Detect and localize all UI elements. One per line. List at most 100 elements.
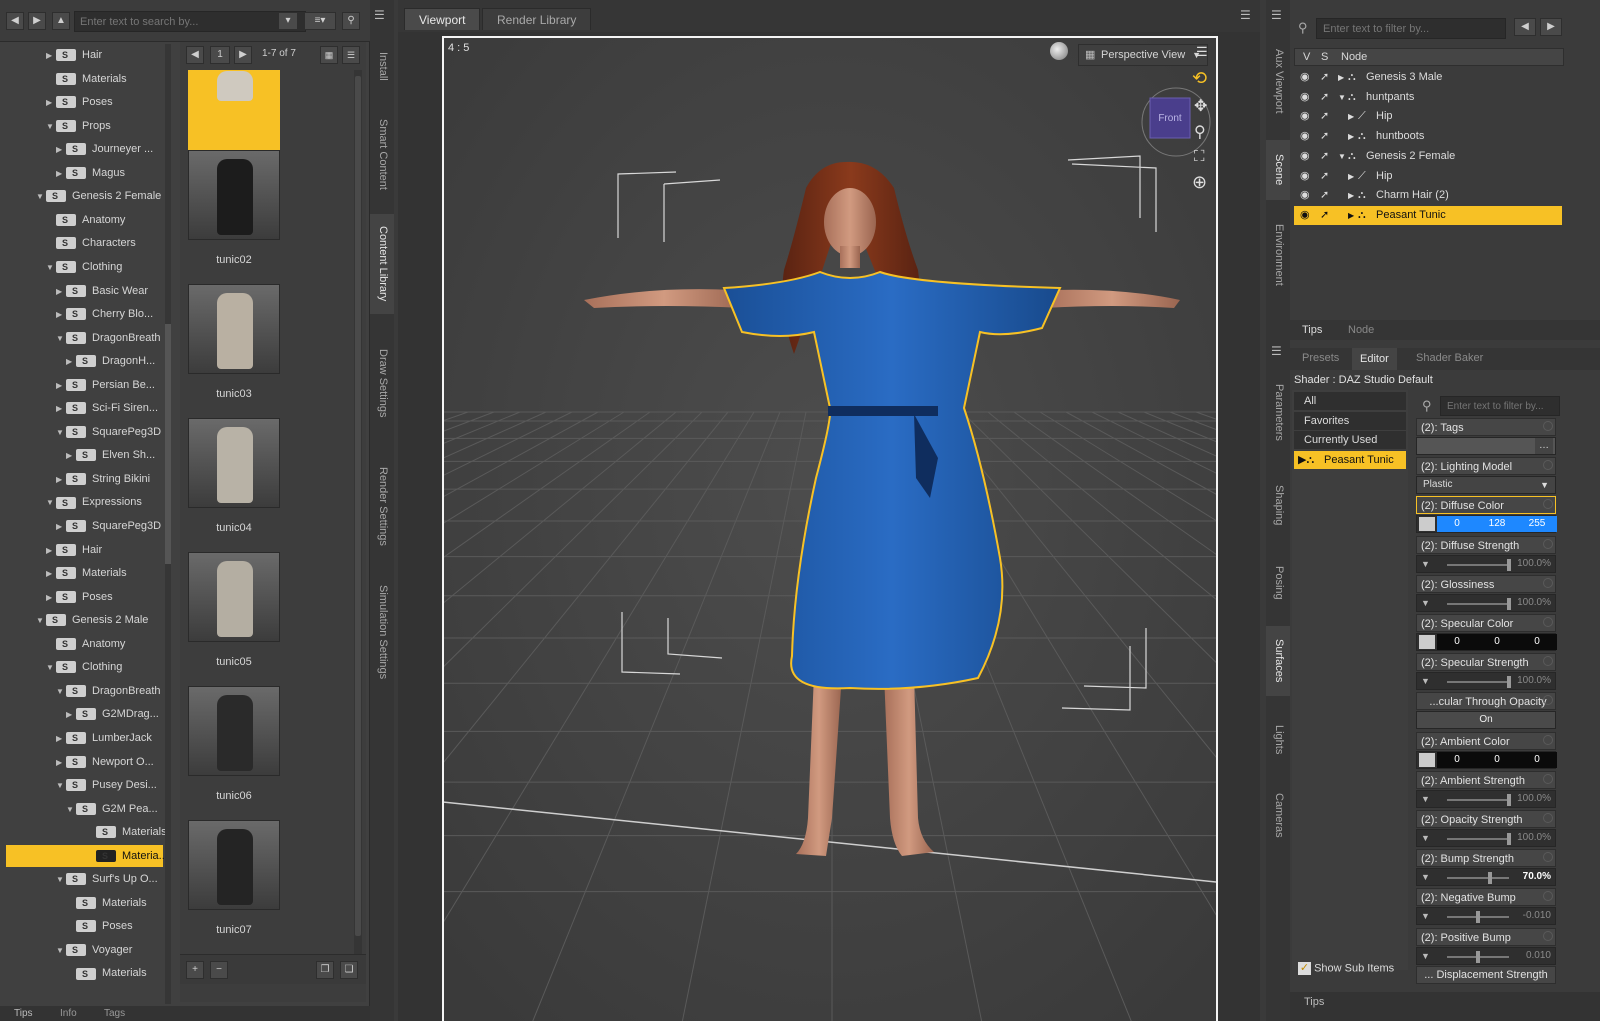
thumbnail-scrollbar[interactable] [354,70,362,970]
scene-node[interactable]: ◉ ➚ ▶ ⛬ Charm Hair (2) [1294,186,1562,205]
tree-item[interactable]: Materials [0,892,170,914]
rgb-value[interactable]: 255 [1517,516,1557,532]
param-value[interactable]: -0.010 [1523,908,1551,924]
add-icon[interactable]: + [186,961,204,979]
3d-viewport[interactable]: Front 4 : 5 ▦ Perspective View ▼ ☰ ⟲ ✥ ⚲… [442,36,1218,1021]
col-node[interactable]: Node [1341,51,1367,63]
expand-right-icon[interactable]: ▶ [66,351,76,373]
tree-item[interactable]: ▼ SquarePeg3D [0,421,170,443]
param-title[interactable]: (2): Negative Bump [1416,888,1556,907]
tree-item[interactable]: Materia... [6,844,168,867]
param-control[interactable]: 000 [1416,750,1557,769]
copy-icon[interactable]: ❐ [316,961,334,979]
expand-down-icon[interactable]: ▼ [36,610,46,632]
slider-knob[interactable] [1476,950,1480,963]
param-value[interactable]: 100.0% [1517,556,1551,572]
expand-right-icon[interactable]: ▶ [56,281,66,303]
prev-page-icon[interactable]: ◀ [186,46,204,64]
scene-prev-icon[interactable]: ◀ [1514,18,1536,36]
tree-item[interactable]: ▶ Hair [0,539,170,561]
rgb-value[interactable]: 0 [1437,752,1477,768]
expand-right-icon[interactable]: ▶ [56,728,66,750]
expand-down-icon[interactable]: ▼ [36,186,46,208]
tree-item[interactable]: ▶ Cherry Blo... [0,303,170,325]
expand-right-icon[interactable]: ▶ [1348,186,1354,205]
viewport-menu-icon[interactable]: ☰ [1240,8,1251,22]
param-value[interactable]: 70.0% [1523,869,1551,885]
select-cursor-icon[interactable]: ➚ [1320,206,1329,225]
pan-icon[interactable]: ✥ [1194,96,1207,116]
rgb-fields[interactable]: 000 [1437,751,1557,768]
expand-down-icon[interactable]: ▼ [46,116,56,138]
expand-right-icon[interactable]: ▶ [46,92,56,114]
expand-right-icon[interactable]: ▶ [1348,127,1354,146]
eye-icon[interactable]: ◉ [1300,206,1310,225]
slider-track[interactable] [1447,681,1509,684]
tree-item[interactable]: ▶ Hair [0,44,170,66]
tree-item[interactable]: ▶ Magus [0,162,170,184]
slider-knob[interactable] [1507,833,1511,845]
eye-icon[interactable]: ◉ [1300,107,1310,126]
scene-node[interactable]: ◉ ➚ ▶ ⛬ huntboots [1294,127,1562,146]
next-page-icon[interactable]: ▶ [234,46,252,64]
side-tab[interactable]: Environment [1266,210,1290,300]
eye-icon[interactable]: ◉ [1300,186,1310,205]
list-view-icon[interactable]: ☰ [342,46,360,64]
tree-item[interactable]: ▼ Pusey Desi... [0,774,170,796]
zoom-icon[interactable]: ⚲ [1194,122,1206,142]
chevron-down-icon[interactable]: ▼ [1421,595,1430,611]
gear-icon[interactable] [1543,538,1553,549]
surface-category[interactable]: Favorites [1294,411,1406,430]
tree-item[interactable]: ▶ Materials [0,562,170,584]
surface-category[interactable]: Currently Used [1294,431,1406,450]
tree-item[interactable]: ▼ Genesis 2 Male [0,609,170,631]
gear-icon[interactable] [1543,930,1553,941]
param-control[interactable]: 0 128 255 [1416,515,1557,534]
side-tab[interactable]: Shaping [1266,470,1290,540]
tree-item[interactable]: ▼ Voyager [0,939,170,961]
param-control[interactable]: ▼ 100.0% [1416,672,1556,691]
param-title[interactable]: (2): Ambient Strength [1416,770,1556,789]
chevron-down-icon[interactable]: ▼ [1421,556,1430,572]
side-tab[interactable]: Draw Settings [370,328,394,438]
tree-scrollbar[interactable] [165,44,171,1004]
tree-item[interactable]: ▶ Newport O... [0,751,170,773]
search-dropdown-icon[interactable]: ▾ [278,12,298,30]
col-visible[interactable]: V [1303,51,1310,63]
eye-icon[interactable]: ◉ [1300,147,1310,166]
tree-item[interactable]: ▼ DragonBreath [0,680,170,702]
chevron-down-icon[interactable]: ▼ [1421,908,1430,924]
show-sub-items[interactable]: ✓ Show Sub Items [1298,962,1394,975]
expand-down-icon[interactable]: ▼ [56,775,66,797]
expand-down-icon[interactable]: ▼ [66,799,76,821]
displacement-strength-title[interactable]: ... Displacement Strength [1416,966,1556,984]
back-arrow-icon[interactable]: ◀ [6,12,24,30]
param-title[interactable]: (2): Tags [1416,418,1556,436]
tree-item[interactable]: ▶ Sci-Fi Siren... [0,397,170,419]
page-number[interactable]: 1 [210,46,230,64]
slider-track[interactable] [1447,602,1509,605]
slider-knob[interactable] [1507,676,1511,689]
side-tab[interactable]: Install [370,36,394,96]
thumbnail-item[interactable] [188,686,280,776]
side-tab[interactable]: Cameras [1266,780,1290,850]
thumbnail-item[interactable] [188,284,280,374]
paste-icon[interactable]: ❏ [340,961,358,979]
tree-item[interactable]: ▶ Persian Be... [0,374,170,396]
scene-filter-input[interactable] [1316,18,1506,39]
side-tab[interactable]: Posing [1266,548,1290,618]
chevron-down-icon[interactable]: ▼ [1421,673,1430,689]
rgb-value[interactable]: 0 [1517,634,1557,650]
param-title[interactable]: (2): Bump Strength [1416,849,1556,868]
rgb-value[interactable]: 0 [1517,752,1557,768]
slider-knob[interactable] [1507,597,1511,610]
param-value[interactable]: 0.010 [1526,948,1551,964]
expand-right-icon[interactable]: ▶ [46,540,56,562]
expand-right-icon[interactable]: ▶ [46,587,56,609]
gear-icon[interactable] [1543,617,1553,627]
expand-down-icon[interactable]: ▼ [56,681,66,703]
slider-knob[interactable] [1507,793,1511,806]
panel-menu-icon[interactable]: ☰ [374,8,388,22]
param-value[interactable]: 100.0% [1517,673,1551,689]
gear-icon[interactable] [1543,577,1553,588]
